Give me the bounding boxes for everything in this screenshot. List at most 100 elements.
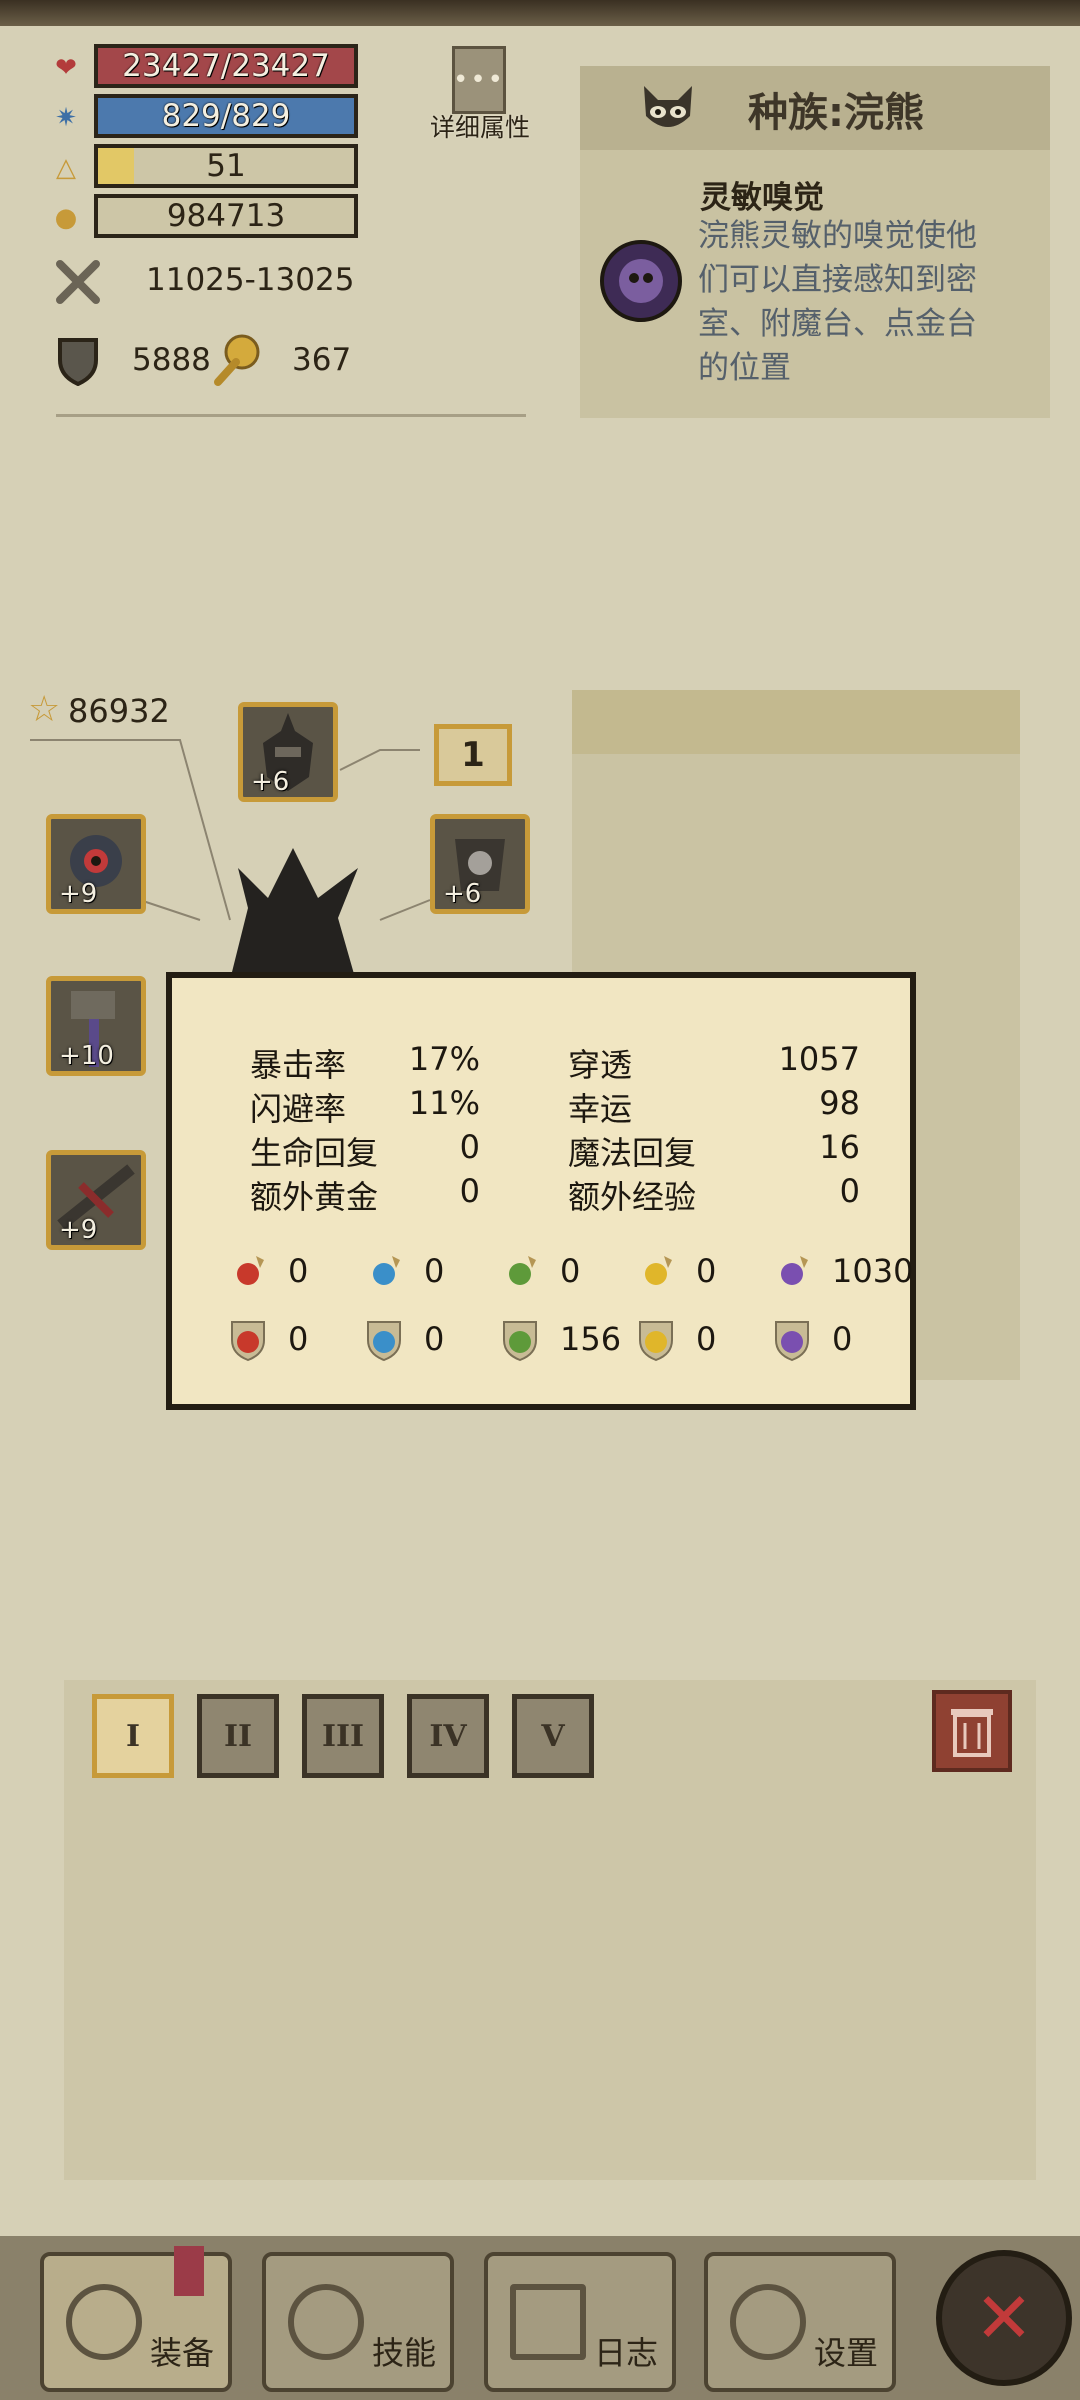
character-avatar xyxy=(208,838,378,988)
skill-name: 灵敏嗅觉 xyxy=(700,180,824,216)
crossed-swords-icon xyxy=(54,258,102,306)
armor-slot[interactable]: +6 xyxy=(430,814,530,914)
attribute-label: 额外黄金 xyxy=(250,1178,379,1216)
attribute-value: 16 xyxy=(819,1128,860,1166)
attack-elements-row: 0 0 0 0 1030 xyxy=(228,1246,913,1300)
detail-attributes-label[interactable]: 详细属性 xyxy=(430,108,530,144)
inventory-tab-5[interactable]: V xyxy=(512,1694,594,1778)
gem-value: 367 xyxy=(292,342,352,378)
level-triangle-icon: △ xyxy=(56,153,76,183)
attribute-value: 17% xyxy=(408,1040,480,1078)
skill-ring-icon xyxy=(288,2284,364,2360)
enhance-level: +6 xyxy=(251,767,290,797)
trash-icon xyxy=(951,1709,993,1757)
attribute-value: 0 xyxy=(459,1172,480,1210)
weapon-right-slot[interactable]: +9 xyxy=(46,1150,146,1250)
enhance-level: +6 xyxy=(443,879,482,909)
gold-row: ● 984713 xyxy=(50,194,360,240)
inventory-tab-3[interactable]: III xyxy=(302,1694,384,1778)
mana-icon: ✷ xyxy=(55,103,77,133)
skill-description: 浣熊灵敏的嗅觉使他 们可以直接感知到密 室、附魔台、点金台 的位置 xyxy=(698,214,977,390)
heart-icon: ❤ xyxy=(55,53,77,83)
inventory-tab-2[interactable]: II xyxy=(197,1694,279,1778)
journal-icon xyxy=(510,2284,586,2360)
close-button[interactable]: ✕ xyxy=(936,2250,1072,2386)
attribute-label: 闪避率 xyxy=(250,1090,347,1128)
shield-icon xyxy=(56,336,100,387)
item-detail-header xyxy=(572,690,1020,754)
mp-text: 829/829 xyxy=(161,98,291,134)
hp-bar: 23427/23427 xyxy=(94,44,358,88)
element-value: 0 xyxy=(832,1320,853,1358)
arcane-icon xyxy=(772,1250,812,1298)
mp-bar: 829/829 xyxy=(94,94,358,138)
gold-coins-icon: ● xyxy=(54,203,78,233)
top-frame xyxy=(0,0,1080,26)
hp-row: ❤ 23427/23427 xyxy=(50,44,360,90)
attribute-value: 11% xyxy=(408,1084,480,1122)
resist-elements-row: 0 0 156 0 0 xyxy=(228,1314,888,1368)
nav-equip-button[interactable]: 装备 xyxy=(40,2246,232,2392)
element-value: 0 xyxy=(696,1320,717,1358)
nav-log-label: 日志 xyxy=(593,2334,658,2372)
skill-desc-line: 室、附魔台、点金台 xyxy=(698,306,977,342)
element-value: 0 xyxy=(288,1320,309,1358)
nav-log-button[interactable]: 日志 xyxy=(484,2252,676,2392)
gold-box: 984713 xyxy=(94,194,358,238)
inventory-tab-4[interactable]: IV xyxy=(407,1694,489,1778)
element-value: 0 xyxy=(424,1320,445,1358)
weapon-left-slot[interactable]: +10 xyxy=(46,976,146,1076)
element-value: 0 xyxy=(424,1252,445,1290)
gem-icon xyxy=(212,332,262,386)
water-icon xyxy=(364,1318,404,1366)
more-dots-icon: ••• xyxy=(453,65,506,95)
smell-skill-icon[interactable] xyxy=(600,240,682,322)
element-value: 0 xyxy=(696,1252,717,1290)
arcane-icon xyxy=(772,1318,812,1366)
nav-settings-button[interactable]: 设置 xyxy=(704,2252,896,2392)
attribute-value: 0 xyxy=(459,1128,480,1166)
attribute-value: 0 xyxy=(839,1172,860,1210)
bookmark-icon xyxy=(174,2246,204,2296)
attribute-row: 暴击率 17% 穿透 1057 xyxy=(250,1040,890,1084)
element-value: 0 xyxy=(560,1252,581,1290)
exp-bar: 51 xyxy=(94,144,358,188)
level-indicator: 1 xyxy=(434,724,512,786)
attribute-row: 额外黄金 0 额外经验 0 xyxy=(250,1172,890,1216)
leaf-icon xyxy=(500,1250,540,1298)
nav-skills-button[interactable]: 技能 xyxy=(262,2252,454,2392)
level-row: △ 51 xyxy=(50,144,360,190)
enhance-level: +10 xyxy=(59,1041,114,1071)
fire-icon xyxy=(228,1318,268,1366)
element-value: 0 xyxy=(288,1252,309,1290)
attribute-label: 暴击率 xyxy=(250,1046,347,1084)
element-value: 1030 xyxy=(832,1252,914,1290)
inventory-tab-1[interactable]: I xyxy=(92,1694,174,1778)
gear-icon xyxy=(730,2284,806,2360)
skill-desc-line: 的位置 xyxy=(698,350,791,386)
close-icon: ✕ xyxy=(974,2277,1034,2359)
fire-icon xyxy=(228,1250,268,1298)
amulet-slot[interactable]: +9 xyxy=(46,814,146,914)
enhance-level: +9 xyxy=(59,879,98,909)
trash-button[interactable] xyxy=(932,1690,1012,1772)
lightning-icon xyxy=(636,1250,676,1298)
attribute-value: 98 xyxy=(819,1084,860,1122)
water-icon xyxy=(364,1250,404,1298)
nav-settings-label: 设置 xyxy=(813,2334,878,2372)
attribute-row: 生命回复 0 魔法回复 16 xyxy=(250,1128,890,1172)
divider xyxy=(56,414,526,417)
detail-attributes-button[interactable]: ••• xyxy=(452,46,506,114)
attribute-label: 幸运 xyxy=(568,1090,633,1128)
attribute-label: 额外经验 xyxy=(568,1178,697,1216)
skill-desc-line: 们可以直接感知到密 xyxy=(698,262,977,298)
mp-row: ✷ 829/829 xyxy=(50,94,360,140)
level-text: 51 xyxy=(206,148,246,184)
gold-text: 984713 xyxy=(166,198,286,234)
element-value: 156 xyxy=(560,1320,622,1358)
enhance-level: +9 xyxy=(59,1215,98,1245)
skill-desc-line: 浣熊灵敏的嗅觉使他 xyxy=(698,218,977,254)
helmet-slot[interactable]: +6 xyxy=(238,702,338,802)
hp-text: 23427/23427 xyxy=(122,48,330,84)
defense-value: 5888 xyxy=(132,342,211,378)
